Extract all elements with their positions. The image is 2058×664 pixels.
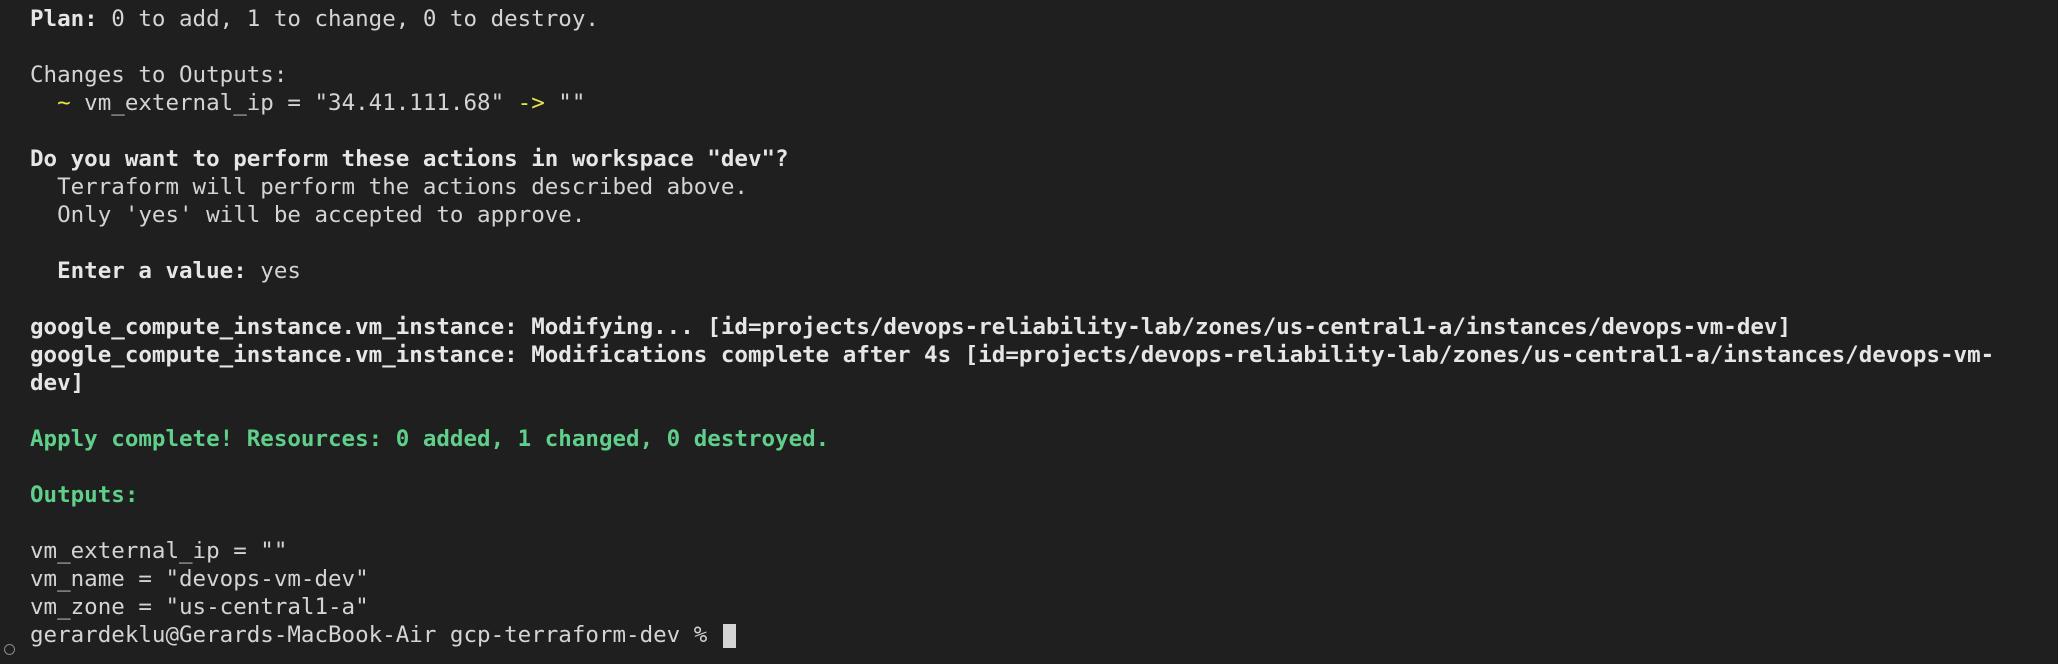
change-indent bbox=[30, 90, 57, 116]
change-arrow: -> bbox=[517, 90, 545, 116]
output-vm-name: vm_name = "devops-vm-dev" bbox=[30, 566, 369, 592]
confirm-question: Do you want to perform these actions in … bbox=[30, 146, 789, 172]
change-tilde: ~ bbox=[57, 90, 71, 116]
progress-modifying: google_compute_instance.vm_instance: Mod… bbox=[30, 314, 1791, 340]
progress-complete: google_compute_instance.vm_instance: Mod… bbox=[30, 342, 1995, 368]
enter-value-label: Enter a value: bbox=[57, 258, 247, 284]
shell-prompt: gerardeklu@Gerards-MacBook-Air gcp-terra… bbox=[30, 622, 721, 648]
plan-text: 0 to add, 1 to change, 0 to destroy. bbox=[97, 6, 599, 32]
enter-value-input: yes bbox=[246, 258, 301, 284]
outputs-heading: Outputs: bbox=[30, 482, 139, 508]
change-lhs: vm_external_ip = "34.41.111.68" bbox=[70, 90, 518, 116]
apply-complete-message: Apply complete! Resources: 0 added, 1 ch… bbox=[30, 426, 830, 452]
output-vm-zone: vm_zone = "us-central1-a" bbox=[30, 594, 369, 620]
command-marker-icon bbox=[4, 644, 15, 655]
plan-label: Plan: bbox=[30, 6, 98, 32]
changes-heading: Changes to Outputs: bbox=[30, 62, 288, 88]
text-cursor bbox=[722, 623, 736, 648]
change-rhs: "" bbox=[544, 90, 586, 116]
prompt-indent bbox=[30, 258, 57, 284]
output-change-line: ~ vm_external_ip = "34.41.111.68" -> "" bbox=[30, 89, 2058, 117]
shell-prompt-line[interactable]: gerardeklu@Gerards-MacBook-Air gcp-terra… bbox=[30, 621, 2058, 649]
plan-summary: Plan: 0 to add, 1 to change, 0 to destro… bbox=[30, 5, 2058, 33]
terminal-output: Plan: 0 to add, 1 to change, 0 to destro… bbox=[30, 5, 2058, 664]
output-vm-external-ip: vm_external_ip = "" bbox=[30, 538, 288, 564]
confirm-line-2: Only 'yes' will be accepted to approve. bbox=[30, 202, 586, 228]
enter-value-prompt: Enter a value: yes bbox=[30, 257, 2058, 285]
progress-complete-wrap: dev] bbox=[30, 370, 85, 396]
confirm-line-1: Terraform will perform the actions descr… bbox=[30, 174, 748, 200]
